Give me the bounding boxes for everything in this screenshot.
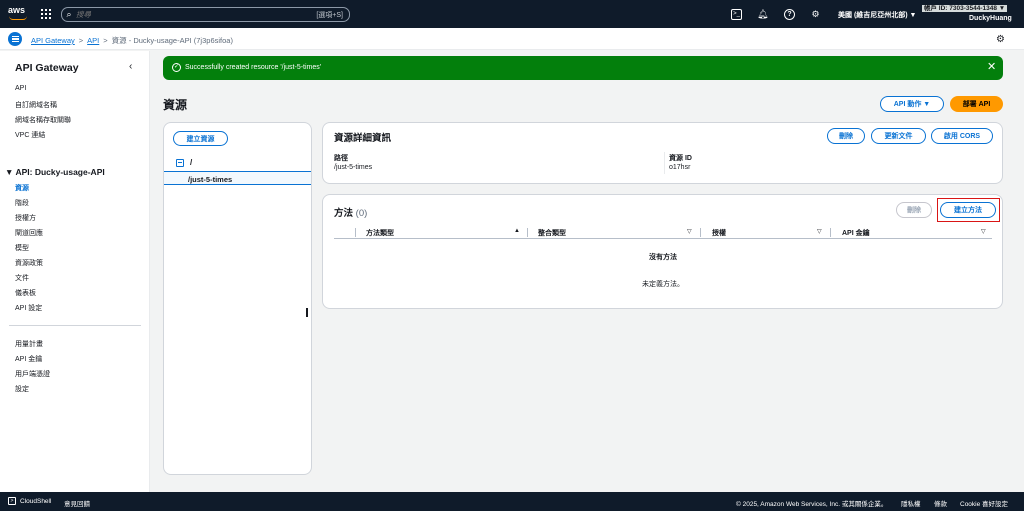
settings-icon[interactable]: ⚙ bbox=[995, 34, 1006, 45]
column-integration-type[interactable]: 整合類型 bbox=[538, 228, 566, 238]
details-title: 資源詳細資訊 bbox=[334, 133, 392, 144]
cloudshell-icon[interactable]: >_ bbox=[731, 9, 742, 20]
services-grid-icon[interactable] bbox=[41, 9, 51, 19]
gear-icon[interactable]: ⚙ bbox=[810, 9, 821, 20]
methods-title-text: 方法 bbox=[334, 208, 354, 219]
sidebar-item-client-certs[interactable]: 用戶端憑證 bbox=[15, 369, 50, 379]
footer-cloudshell[interactable]: CloudShell bbox=[20, 498, 51, 505]
tree-root[interactable]: / bbox=[176, 158, 192, 167]
flash-message: Successfully created resource '/just-5-t… bbox=[185, 64, 322, 71]
column-divider bbox=[700, 228, 701, 237]
success-flash: ✓ Successfully created resource '/just-5… bbox=[163, 56, 1003, 80]
sidebar-item-usage-plans[interactable]: 用量計畫 bbox=[15, 339, 43, 349]
collapse-node-icon[interactable] bbox=[176, 158, 184, 167]
breadcrumb-api[interactable]: API bbox=[87, 36, 99, 45]
sort-icon[interactable]: ▽ bbox=[817, 228, 822, 235]
column-divider bbox=[664, 152, 665, 174]
enable-cors-button[interactable]: 啟用 CORS bbox=[931, 128, 993, 144]
sidebar-item-gateway-responses[interactable]: 閘道回應 bbox=[15, 228, 43, 238]
breadcrumb-current: 資源 - Ducky-usage-API (7j3p6sifoa) bbox=[111, 36, 233, 45]
empty-state-description: 未定義方法。 bbox=[642, 281, 684, 288]
breadcrumb: API Gateway > API > 資源 - Ducky-usage-API (7j… bbox=[31, 35, 233, 46]
account-id: 帳戶 ID: 7303-3544-1348 ▼ bbox=[922, 5, 1008, 12]
sidebar: API Gateway ‹ API 自訂網域名稱 網域名稱存取關聯 VPC 連結… bbox=[0, 51, 150, 492]
methods-table-header: 方法類型 ▲ 整合類型 ▽ 授權 ▽ API 金鑰 ▽ bbox=[334, 226, 992, 239]
column-authorization[interactable]: 授權 bbox=[712, 228, 726, 238]
breadcrumb-bar: API Gateway > API > 資源 - Ducky-usage-API (7j… bbox=[0, 28, 1024, 50]
sidebar-item-documentation[interactable]: 文件 bbox=[15, 273, 29, 283]
sidebar-item-vpc-links[interactable]: VPC 連結 bbox=[15, 130, 45, 140]
menu-icon[interactable] bbox=[8, 32, 22, 46]
footer-cookie[interactable]: Cookie 喜好設定 bbox=[960, 498, 1008, 508]
sort-asc-icon[interactable]: ▲ bbox=[514, 228, 520, 234]
sidebar-item-api-settings[interactable]: API 設定 bbox=[15, 303, 42, 313]
close-icon[interactable]: ✕ bbox=[987, 61, 996, 73]
sidebar-item-resource-policy[interactable]: 資源政策 bbox=[15, 258, 43, 268]
api-actions-button[interactable]: API 動作 ▼ bbox=[880, 96, 944, 112]
bell-icon[interactable]: 🔔︎ bbox=[757, 9, 768, 20]
aws-logo[interactable]: aws bbox=[8, 5, 30, 23]
sidebar-title: API Gateway bbox=[15, 62, 79, 74]
sidebar-item-resources[interactable]: 資源 bbox=[15, 183, 29, 193]
footer-privacy[interactable]: 隱私權 bbox=[901, 498, 921, 508]
search-input[interactable] bbox=[76, 10, 317, 19]
success-icon: ✓ bbox=[172, 63, 181, 72]
help-icon[interactable]: ? bbox=[784, 9, 795, 20]
aws-logo-text: aws bbox=[8, 5, 26, 15]
sidebar-item-settings[interactable]: 設定 bbox=[15, 384, 29, 394]
sidebar-item-api[interactable]: API bbox=[15, 85, 26, 92]
footer-copyright: © 2025, Amazon Web Services, Inc. 或其關係企業… bbox=[736, 501, 888, 508]
footer-feedback[interactable]: 意見回饋 bbox=[64, 498, 90, 508]
update-docs-button[interactable]: 更新文件 bbox=[871, 128, 926, 144]
chevron-right-icon: > bbox=[78, 36, 84, 45]
tree-root-label: / bbox=[190, 158, 193, 167]
resource-id-label: 資源 ID bbox=[669, 155, 692, 162]
delete-resource-button[interactable]: 刪除 bbox=[827, 128, 865, 144]
sidebar-api-section[interactable]: ▼ API: Ducky-usage-API bbox=[5, 167, 105, 177]
path-label: 路徑 bbox=[334, 155, 348, 162]
text-cursor bbox=[306, 308, 308, 317]
footer: > CloudShell 意見回饋 © 2025, Amazon Web Ser… bbox=[0, 492, 1024, 511]
breadcrumb-api-gateway[interactable]: API Gateway bbox=[31, 36, 75, 45]
sidebar-item-domain-access[interactable]: 網域名稱存取關聯 bbox=[15, 115, 71, 125]
column-method-type[interactable]: 方法類型 bbox=[366, 228, 394, 238]
delete-method-button[interactable]: 刪除 bbox=[896, 202, 932, 218]
search-icon: ⌕ bbox=[66, 9, 72, 19]
collapse-sidebar-icon[interactable]: ‹ bbox=[129, 61, 132, 72]
highlight-box bbox=[937, 198, 1000, 222]
sort-icon[interactable]: ▽ bbox=[981, 228, 986, 235]
tree-item-selected[interactable]: /just-5-times bbox=[164, 171, 311, 185]
top-navigation: aws ⌕ [選項+S] >_ 🔔︎ ? ⚙ 美國 (維吉尼亞州北部) ▼ 帳戶… bbox=[0, 0, 1024, 28]
cloudshell-icon[interactable]: > bbox=[8, 497, 16, 505]
chevron-right-icon: > bbox=[103, 36, 108, 45]
sidebar-item-stages[interactable]: 階段 bbox=[15, 198, 29, 208]
search-bar[interactable]: ⌕ [選項+S] bbox=[61, 7, 350, 22]
sidebar-item-dashboard[interactable]: 儀表板 bbox=[15, 288, 36, 298]
account-menu[interactable]: 帳戶 ID: 7303-3544-1348 ▼ bbox=[922, 2, 1008, 12]
sidebar-item-models[interactable]: 模型 bbox=[15, 243, 29, 253]
create-resource-button[interactable]: 建立資源 bbox=[173, 131, 228, 146]
column-divider bbox=[527, 228, 528, 237]
sidebar-divider bbox=[9, 325, 141, 326]
sort-icon[interactable]: ▽ bbox=[687, 228, 692, 235]
resource-id-value: o17hsr bbox=[669, 164, 691, 171]
tree-item-label: /just-5-times bbox=[188, 175, 233, 184]
sidebar-item-authorizers[interactable]: 授權方 bbox=[15, 213, 36, 223]
path-value: /just-5-times bbox=[334, 164, 373, 171]
footer-terms[interactable]: 條款 bbox=[934, 498, 947, 508]
methods-title: 方法 (0) bbox=[334, 205, 367, 219]
page-title: 資源 bbox=[163, 98, 188, 112]
region-selector[interactable]: 美國 (維吉尼亞州北部) ▼ bbox=[838, 10, 916, 20]
sidebar-item-custom-domain[interactable]: 自訂網域名稱 bbox=[15, 100, 57, 110]
column-divider bbox=[355, 228, 356, 237]
column-divider bbox=[830, 228, 831, 237]
sidebar-item-api-keys[interactable]: API 金鑰 bbox=[15, 354, 42, 364]
deploy-api-button[interactable]: 部署 API bbox=[950, 96, 1003, 112]
column-api-key[interactable]: API 金鑰 bbox=[842, 228, 870, 238]
empty-state-title: 沒有方法 bbox=[649, 254, 677, 261]
search-shortcut: [選項+S] bbox=[316, 11, 343, 19]
methods-count: (0) bbox=[355, 208, 368, 219]
user-name[interactable]: DuckyHuang bbox=[969, 15, 1012, 22]
